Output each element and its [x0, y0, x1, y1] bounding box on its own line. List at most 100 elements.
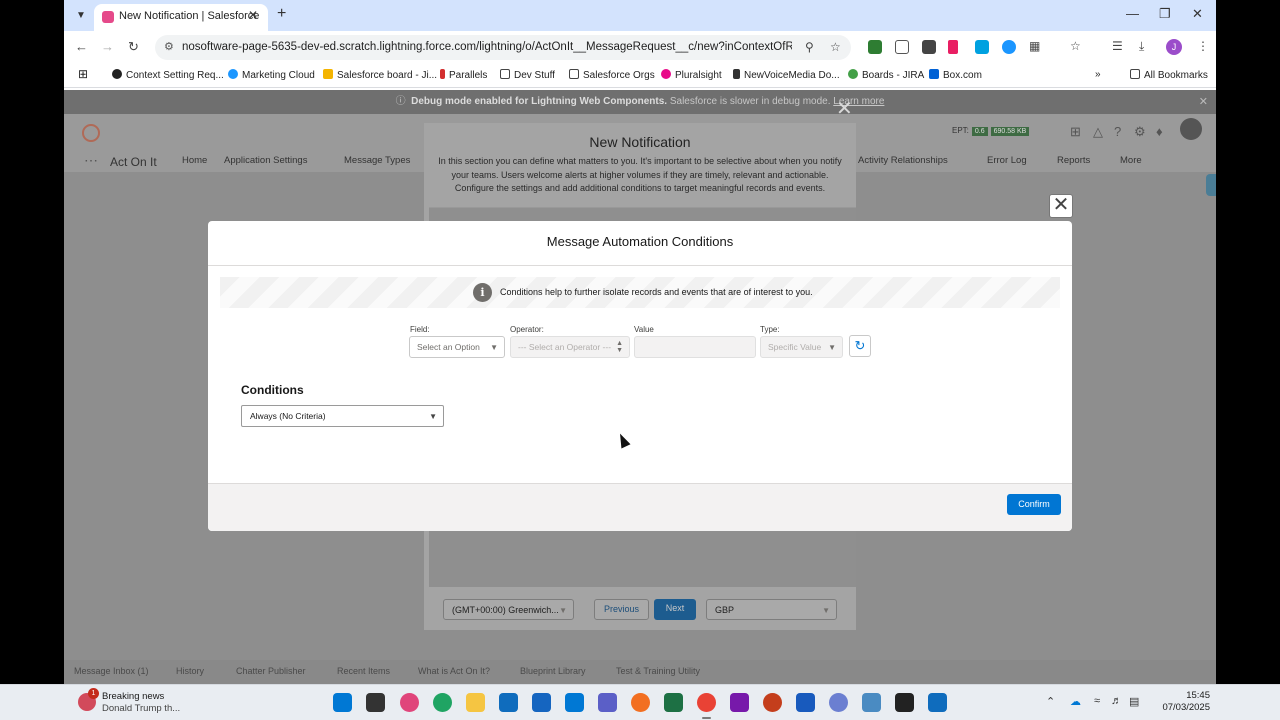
- user-avatar[interactable]: [1180, 118, 1202, 140]
- utility-blueprint-library[interactable]: Blueprint Library: [520, 666, 586, 676]
- guidance-icon[interactable]: △: [1093, 124, 1103, 140]
- wifi-icon[interactable]: ≈: [1094, 695, 1100, 707]
- vscode-icon[interactable]: [565, 693, 584, 712]
- value-input[interactable]: [634, 336, 756, 358]
- bookmark-box[interactable]: Box.com: [929, 69, 982, 81]
- zoom-search-icon[interactable]: ⚲: [805, 40, 814, 54]
- bookmark-salesforce-orgs[interactable]: Salesforce Orgs: [569, 69, 655, 81]
- previous-button[interactable]: Previous: [594, 599, 649, 620]
- word-icon[interactable]: [796, 693, 815, 712]
- window-close-icon[interactable]: ✕: [1192, 6, 1203, 22]
- confirm-button[interactable]: Confirm: [1007, 494, 1061, 515]
- browser-menu-icon[interactable]: ⋮: [1197, 39, 1209, 53]
- battery-icon[interactable]: ▤: [1129, 695, 1139, 708]
- bookmark-context-setting[interactable]: Context Setting Req...: [112, 69, 224, 81]
- app-launcher-icon[interactable]: ⋯: [84, 152, 98, 169]
- nav-activity-relationships[interactable]: Activity Relationships: [858, 155, 948, 166]
- volume-icon[interactable]: ♬: [1111, 695, 1122, 707]
- task-view-icon[interactable]: [366, 693, 385, 712]
- browser-tab[interactable]: New Notification | Salesforce ✕: [94, 4, 268, 31]
- tab-close-icon[interactable]: ✕: [248, 8, 258, 22]
- nav-message-types[interactable]: Message Types: [344, 155, 410, 166]
- news-widget[interactable]: 1 Breaking news Donald Trump th...: [78, 688, 218, 717]
- bookmark-salesforce-board[interactable]: Salesforce board - Ji...: [323, 69, 437, 81]
- extension-cloud-outline-icon[interactable]: [895, 40, 909, 54]
- debug-close-icon[interactable]: ✕: [1199, 90, 1208, 114]
- nav-application-settings[interactable]: Application Settings: [224, 155, 307, 166]
- apps-grid-icon[interactable]: ⊞: [78, 67, 88, 81]
- tab-search-icon[interactable]: ▼: [72, 7, 90, 25]
- bookmark-pluralsight[interactable]: Pluralsight: [661, 69, 722, 81]
- utility-chatter-publisher[interactable]: Chatter Publisher: [236, 666, 306, 676]
- excel-icon[interactable]: [664, 693, 683, 712]
- utility-what-is-act-on-it[interactable]: What is Act On It?: [418, 666, 490, 676]
- sticky-notes-icon[interactable]: [895, 693, 914, 712]
- reload-icon[interactable]: ↻: [128, 39, 139, 55]
- side-panel-tab[interactable]: [1206, 174, 1216, 196]
- download-icon[interactable]: ⤓: [1139, 39, 1144, 54]
- bookmarks-star-icon[interactable]: ☆: [1070, 39, 1081, 53]
- edge-icon[interactable]: [433, 693, 452, 712]
- bookmark-dev-stuff[interactable]: Dev Stuff: [500, 69, 555, 81]
- tray-overflow-icon[interactable]: ⌃: [1046, 695, 1055, 708]
- file-explorer-icon[interactable]: [466, 693, 485, 712]
- teams-icon[interactable]: [598, 693, 617, 712]
- nav-more[interactable]: More: [1120, 155, 1142, 166]
- utility-message-inbox[interactable]: Message Inbox (1): [74, 666, 149, 676]
- bookmark-newvoicemedia[interactable]: NewVoiceMedia Do...: [733, 69, 840, 81]
- new-tab-icon[interactable]: +: [277, 5, 286, 23]
- global-actions-icon[interactable]: ⊞: [1070, 124, 1081, 140]
- snipping-tool-icon[interactable]: [862, 693, 881, 712]
- store-icon[interactable]: [532, 693, 551, 712]
- setup-gear-icon[interactable]: ⚙: [1134, 124, 1146, 140]
- bookmark-star-icon[interactable]: ☆: [830, 40, 841, 54]
- profile-avatar[interactable]: J: [1166, 39, 1182, 55]
- postman-icon[interactable]: [631, 693, 650, 712]
- notifications-bell-icon[interactable]: ♦: [1156, 124, 1163, 139]
- address-bar[interactable]: ⚙ nosoftware-page-5635-dev-ed.scratch.li…: [155, 35, 851, 60]
- forward-icon[interactable]: →: [101, 39, 114, 54]
- timezone-select[interactable]: (GMT+00:00) Greenwich... ▼: [443, 599, 574, 620]
- operator-select[interactable]: --- Select an Operator --- ▲ ▼: [510, 336, 630, 358]
- extension-arrow-icon[interactable]: [948, 40, 958, 54]
- utility-history[interactable]: History: [176, 666, 204, 676]
- all-bookmarks[interactable]: All Bookmarks: [1130, 69, 1208, 81]
- extension-salesforce-icon[interactable]: [1002, 40, 1016, 54]
- bookmark-boards-jira[interactable]: Boards - JIRA: [848, 69, 924, 81]
- onenote-icon[interactable]: [730, 693, 749, 712]
- chrome-icon[interactable]: [697, 693, 716, 719]
- nav-home[interactable]: Home: [182, 155, 207, 166]
- type-select[interactable]: Specific Value ▼: [760, 336, 843, 358]
- back-icon[interactable]: ←: [75, 39, 88, 54]
- extension-bolt-icon[interactable]: [975, 40, 989, 54]
- extension-grid-icon[interactable]: [922, 40, 936, 54]
- modal-close-icon[interactable]: ✕: [1049, 194, 1073, 218]
- new-notification-close-icon[interactable]: ✕: [836, 96, 853, 121]
- bookmarks-overflow-icon[interactable]: »: [1095, 69, 1101, 80]
- powerpoint-icon[interactable]: [763, 693, 782, 712]
- extension-cloud-green-icon[interactable]: [868, 40, 882, 54]
- currency-select[interactable]: GBP ▼: [706, 599, 837, 620]
- tab-list-icon[interactable]: ☰: [1112, 39, 1123, 53]
- settings-icon[interactable]: [829, 693, 848, 712]
- refresh-button[interactable]: ↻: [849, 335, 871, 357]
- utility-test-training[interactable]: Test & Training Utility: [616, 666, 700, 676]
- start-windows-icon[interactable]: [333, 693, 352, 712]
- utility-recent-items[interactable]: Recent Items: [337, 666, 390, 676]
- site-info-icon[interactable]: ⚙: [164, 40, 174, 53]
- system-clock[interactable]: 15:45 07/03/2025: [1152, 690, 1210, 714]
- field-select[interactable]: Select an Option ▼: [409, 336, 505, 358]
- minimize-icon[interactable]: —: [1126, 6, 1139, 21]
- onedrive-icon[interactable]: ☁: [1070, 695, 1081, 708]
- slack-icon[interactable]: [400, 693, 419, 712]
- restore-icon[interactable]: ❐: [1159, 6, 1171, 22]
- bookmark-marketing-cloud[interactable]: Marketing Cloud: [228, 69, 315, 81]
- outlook-icon[interactable]: [499, 693, 518, 712]
- nav-reports[interactable]: Reports: [1057, 155, 1090, 166]
- outlook-new-icon[interactable]: [928, 693, 947, 712]
- bookmark-parallels[interactable]: Parallels: [440, 69, 487, 81]
- conditions-select[interactable]: Always (No Criteria) ▼: [241, 405, 444, 427]
- help-icon[interactable]: ?: [1114, 124, 1121, 139]
- nav-error-log[interactable]: Error Log: [987, 155, 1027, 166]
- extensions-puzzle-icon[interactable]: ▦: [1029, 39, 1040, 53]
